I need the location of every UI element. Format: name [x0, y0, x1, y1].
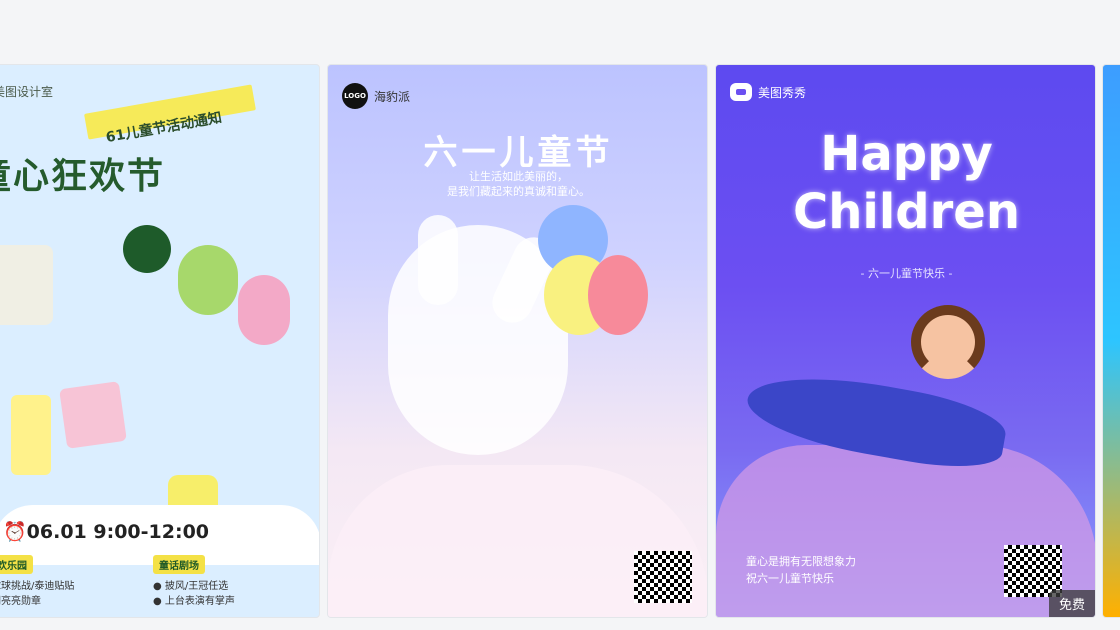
info-tag-right: 童话剧场	[153, 555, 205, 574]
illustration-collage	[0, 205, 319, 565]
info-line: 闪亮亮勋章	[0, 596, 41, 607]
logo-icon: LOGO	[342, 83, 368, 109]
info-line: ● 披风/王冠任选	[153, 581, 229, 592]
letter-h-shape	[11, 395, 51, 475]
kid-figure	[0, 245, 53, 325]
meitu-logo-icon	[730, 83, 752, 101]
brand-label: 美图秀秀	[730, 83, 806, 101]
poster-headline: 童心狂欢节	[0, 156, 166, 197]
info-line-text: 上台表演有掌声	[164, 596, 235, 607]
boy-illustration	[911, 305, 985, 379]
brand-name: 美图设计室	[0, 85, 54, 99]
info-tag-left: 欢乐园	[0, 555, 33, 574]
info-block-left: 欢乐园 球球挑战/泰迪贴贴 闪亮亮勋章	[0, 555, 74, 607]
poster-title: 六一儿童节	[423, 133, 614, 173]
poster-subtitle: - 六一儿童节快乐 -	[860, 267, 953, 280]
brand-name: 海豹派	[374, 89, 411, 104]
subtitle-line: 是我们藏起来的真诚和童心。	[447, 185, 590, 198]
info-line: ● 上台表演有掌声	[153, 596, 235, 607]
letter-a-frame	[59, 381, 127, 449]
info-block-right: 童话剧场 ● 披风/王冠任选 ● 上台表演有掌声	[153, 555, 235, 607]
brand-label: LOGO 海豹派	[342, 83, 410, 109]
qr-code-icon	[634, 551, 692, 603]
letter-p-shape	[178, 245, 238, 315]
letter-p-pink-shape	[238, 275, 290, 345]
subtitle-line: 让生活如此美丽的，	[469, 170, 568, 183]
title-line: Children	[792, 184, 1021, 240]
title-line: Happy	[820, 126, 993, 182]
free-badge: 免费	[1048, 590, 1095, 617]
datetime-text: 06.01 9:00-12:00	[26, 521, 210, 543]
info-line-text: 披风/王冠任选	[164, 581, 229, 592]
bunny-ear	[418, 215, 458, 305]
clock-icon: ⏰	[3, 521, 27, 543]
brand-name: 美图秀秀	[758, 85, 807, 100]
event-datetime: ⏰06.01 9:00-12:00	[3, 520, 209, 543]
poster-caption: 童心是拥有无限想象力 祝六一儿童节快乐	[746, 553, 856, 587]
brand-label: 美图设计室	[0, 83, 53, 100]
caption-line: 祝六一儿童节快乐	[746, 572, 834, 585]
template-card-2[interactable]: LOGO 海豹派 六一儿童节 让生活如此美丽的， 是我们藏起来的真诚和童心。	[327, 64, 708, 618]
caption-line: 童心是拥有无限想象力	[746, 555, 856, 568]
poster-subtitle: 让生活如此美丽的， 是我们藏起来的真诚和童心。	[328, 169, 707, 199]
top-bar	[0, 0, 1120, 64]
poster-title: Happy Children	[716, 125, 1095, 241]
template-card-4-partial[interactable]	[1102, 64, 1120, 618]
balloon-icon	[588, 255, 648, 335]
template-card-3[interactable]: 美图秀秀 Happy Children - 六一儿童节快乐 - 童心是拥有无限想…	[715, 64, 1096, 618]
template-card-1[interactable]: 美图设计室 61儿童节活动通知 童心狂欢节 ⏰06.01 9:00-12:00 …	[0, 64, 320, 618]
info-line: 球球挑战/泰迪贴贴	[0, 581, 75, 592]
leaf-icon	[123, 225, 171, 273]
